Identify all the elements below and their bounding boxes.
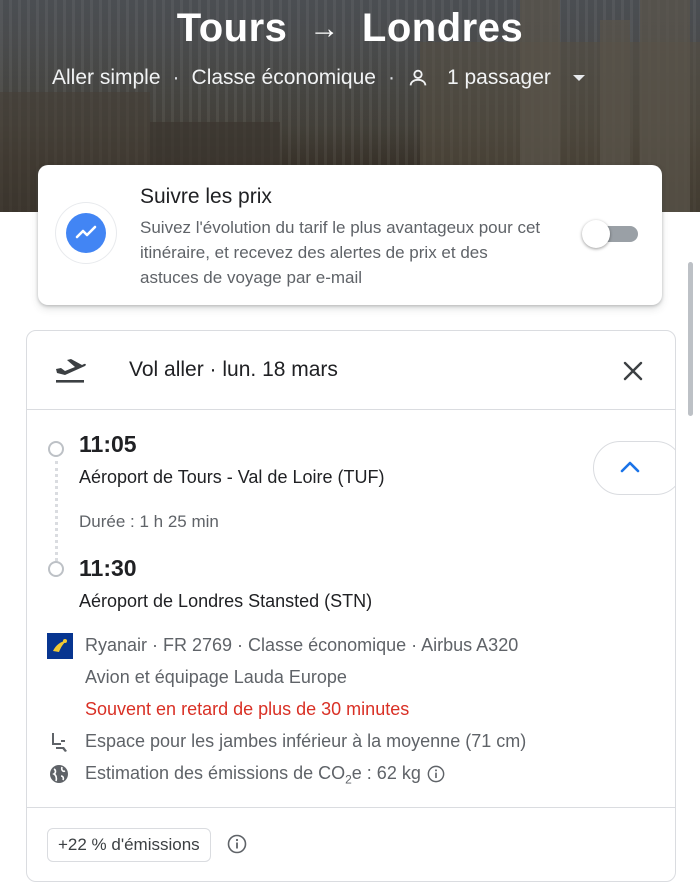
separator-dot: · (172, 66, 180, 89)
route-arrow: → (309, 11, 340, 45)
price-tracking-card: Suivre les prix Suivez l'évolution du ta… (38, 165, 662, 305)
dropdown-arrow-icon[interactable] (572, 75, 585, 81)
chevron-up-icon (620, 459, 640, 478)
price-tracking-toggle[interactable] (582, 220, 638, 248)
emissions-info: Estimation des émissions de CO2e : 62 kg (85, 763, 445, 787)
flight-duration: Durée : 1 h 25 min (79, 512, 219, 531)
emissions-suffix: e : 62 kg (351, 763, 421, 783)
seat-icon (47, 730, 71, 754)
trip-options: Aller simple · Classe économique · 1 pas… (52, 66, 585, 90)
arrival-airport: Aéroport de Londres Stansted (STN) (79, 591, 373, 611)
flight-card-title: Vol aller · lun. 18 mars (129, 358, 338, 381)
globe-icon (47, 762, 71, 786)
collapse-details-button[interactable] (593, 441, 675, 495)
emissions-chip[interactable]: +22 % d'émissions (47, 828, 211, 862)
origin-city: Tours (176, 6, 288, 50)
arrival-time: 11:30 (79, 555, 137, 581)
departure-dot (48, 441, 64, 457)
price-tracking-title: Suivre les prix (140, 185, 272, 208)
departure-time: 11:05 (79, 431, 137, 457)
ryanair-logo (47, 633, 73, 659)
flight-card-footer: +22 % d'émissions (27, 807, 675, 881)
trip-type[interactable]: Aller simple (52, 66, 161, 90)
toggle-knob (582, 220, 610, 248)
price-trend-icon (66, 213, 106, 253)
emissions-prefix: Estimation des émissions de CO (85, 763, 346, 783)
person-icon (407, 67, 429, 89)
timeline-line (55, 461, 58, 561)
delay-warning: Souvent en retard de plus de 30 minutes (85, 699, 410, 719)
operator-info: Avion et équipage Lauda Europe (85, 667, 347, 687)
flight-details-card: Vol aller · lun. 18 mars 11:05 Aéroport … (26, 330, 676, 882)
cabin-class[interactable]: Classe économique (192, 66, 376, 90)
route-title: Tours → Londres (0, 6, 700, 51)
price-trend-icon-container (56, 203, 116, 263)
arrival-dot (48, 561, 64, 577)
info-icon[interactable] (227, 834, 247, 854)
close-icon[interactable] (617, 355, 649, 387)
departure-airport: Aéroport de Tours - Val de Loire (TUF) (79, 467, 385, 487)
emissions-subscript: 2 (345, 772, 352, 787)
passenger-count[interactable]: 1 passager (447, 66, 551, 90)
airline-info: Ryanair · FR 2769 · Classe économique · … (85, 635, 519, 655)
info-icon[interactable] (427, 765, 445, 783)
takeoff-icon (53, 355, 87, 385)
scrollbar[interactable] (688, 262, 693, 416)
flight-card-header: Vol aller · lun. 18 mars (27, 331, 675, 410)
legroom-info: Espace pour les jambes inférieur à la mo… (85, 731, 527, 751)
price-tracking-description: Suivez l'évolution du tarif le plus avan… (140, 218, 541, 287)
separator-dot: · (387, 66, 395, 89)
destination-city: Londres (361, 6, 524, 50)
